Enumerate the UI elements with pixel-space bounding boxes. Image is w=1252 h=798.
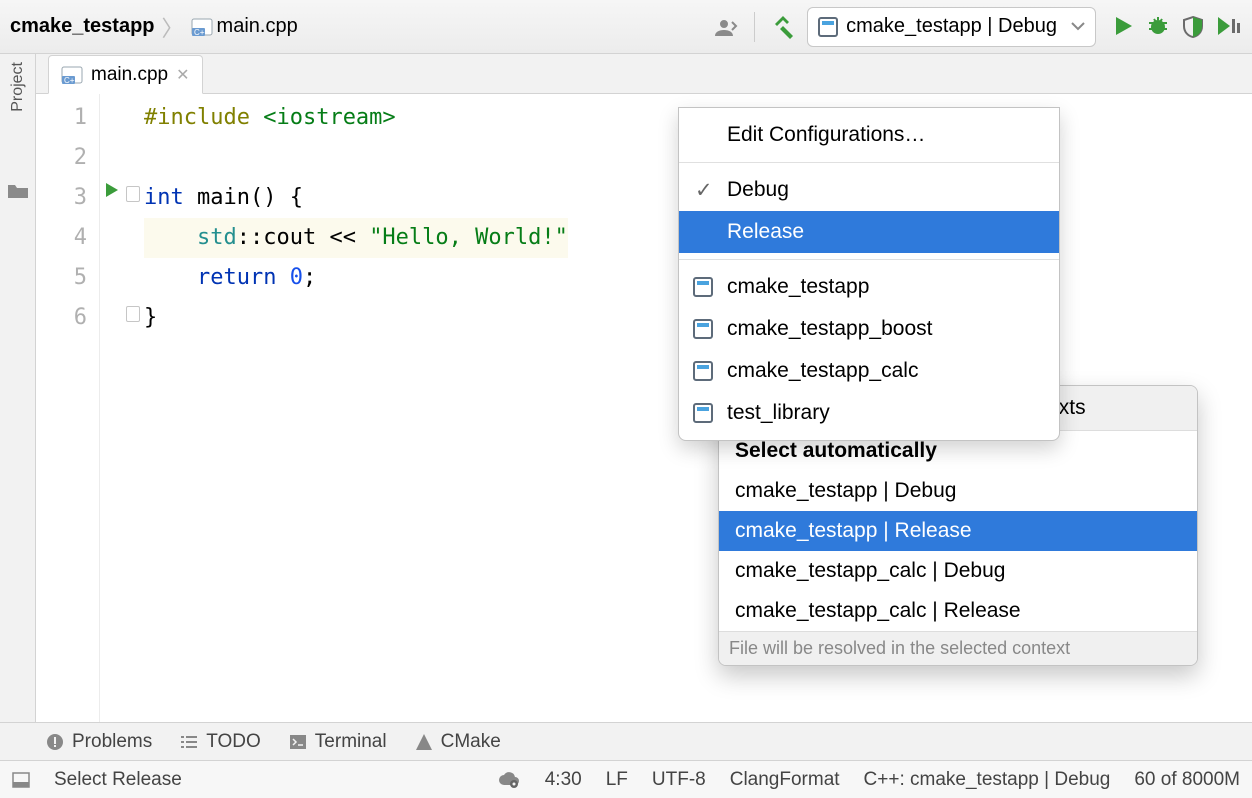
collaborators-icon[interactable] xyxy=(708,10,742,44)
code-line[interactable]: std::cout << "Hello, World!" xyxy=(144,218,568,258)
code-line[interactable]: } xyxy=(144,298,568,338)
svg-text:C++: C++ xyxy=(64,76,79,85)
run-config-dropdown: Edit Configurations… ✓DebugRelease cmake… xyxy=(678,107,1060,441)
profile-item-release[interactable]: Release xyxy=(679,211,1059,253)
resolve-context-item[interactable]: cmake_testapp_calc | Release xyxy=(719,591,1197,631)
left-tool-strip: Project xyxy=(0,54,36,722)
breadcrumb[interactable]: cmake_testapp 〉 C++ main.cpp xyxy=(10,11,298,43)
project-tool-button[interactable]: Project xyxy=(9,62,27,112)
line-number: 6 xyxy=(36,298,87,338)
run-config-label: cmake_testapp | Debug xyxy=(846,15,1057,38)
cmake-icon xyxy=(415,733,433,751)
cloud-settings-icon[interactable] xyxy=(497,771,521,789)
folder-icon xyxy=(7,182,29,200)
cpp-file-icon: C++ xyxy=(61,64,83,86)
resolve-popup-footer: File will be resolved in the selected co… xyxy=(719,631,1197,665)
run-line-marker-icon[interactable] xyxy=(104,182,120,198)
main-toolbar: cmake_testapp 〉 C++ main.cpp cmake_testa… xyxy=(0,0,1252,54)
code-content[interactable]: #include <iostream>int main() { std::cou… xyxy=(144,94,568,722)
status-context[interactable]: C++: cmake_testapp | Debug xyxy=(864,769,1111,791)
breadcrumb-project[interactable]: cmake_testapp xyxy=(10,15,155,38)
status-hint: Select Release xyxy=(54,769,182,791)
close-tab-icon[interactable]: ✕ xyxy=(176,65,189,85)
status-caret[interactable]: 4:30 xyxy=(545,769,582,791)
terminal-icon xyxy=(289,734,307,750)
line-number: 1 xyxy=(36,98,87,138)
status-encoding[interactable]: UTF-8 xyxy=(652,769,706,791)
target-item[interactable]: cmake_testapp_boost xyxy=(679,308,1059,350)
resolve-context-item[interactable]: cmake_testapp | Release xyxy=(719,511,1197,551)
target-item[interactable]: cmake_testapp xyxy=(679,266,1059,308)
bottom-toolwindow-bar: Problems TODO Terminal CMake xyxy=(0,722,1252,760)
editor-tab[interactable]: C++ main.cpp ✕ xyxy=(48,55,203,94)
resolve-context-item[interactable]: cmake_testapp_calc | Debug xyxy=(719,551,1197,591)
chevron-down-icon xyxy=(1071,22,1085,32)
target-item[interactable]: test_library xyxy=(679,392,1059,434)
line-number-gutter: 123456 xyxy=(36,94,100,722)
line-number: 2 xyxy=(36,138,87,178)
debug-bug-icon[interactable] xyxy=(1146,15,1170,39)
toolwindow-problems[interactable]: Problems xyxy=(46,731,152,753)
problems-icon xyxy=(46,733,64,751)
toolwindow-todo[interactable]: TODO xyxy=(180,731,261,753)
target-item[interactable]: cmake_testapp_calc xyxy=(679,350,1059,392)
run-config-selector[interactable]: cmake_testapp | Debug xyxy=(807,7,1096,47)
status-formatter[interactable]: ClangFormat xyxy=(730,769,840,791)
run-icon[interactable] xyxy=(1112,15,1134,39)
profiler-run-icon[interactable] xyxy=(1216,15,1242,39)
toolwindow-cmake[interactable]: CMake xyxy=(415,731,501,753)
application-icon xyxy=(818,17,838,37)
status-memory[interactable]: 60 of 8000M xyxy=(1134,769,1240,791)
svg-text:C++: C++ xyxy=(194,28,209,37)
application-icon xyxy=(693,361,713,381)
code-line[interactable]: #include <iostream> xyxy=(144,98,568,138)
editor-tabbar: C++ main.cpp ✕ xyxy=(36,54,1252,94)
check-icon: ✓ xyxy=(695,178,713,203)
code-line[interactable]: return 0; xyxy=(144,258,568,298)
cpp-file-icon: C++ xyxy=(191,16,213,38)
chevron-right-icon: 〉 xyxy=(159,11,187,43)
code-line[interactable] xyxy=(144,138,568,178)
coverage-shield-icon[interactable] xyxy=(1182,15,1204,39)
build-hammer-icon[interactable] xyxy=(767,10,801,44)
status-bar: Select Release 4:30 LF UTF-8 ClangFormat… xyxy=(0,760,1252,798)
toolwindow-terminal[interactable]: Terminal xyxy=(289,731,387,753)
todo-icon xyxy=(180,735,198,749)
line-number: 5 xyxy=(36,258,87,298)
gutter-markers xyxy=(100,94,144,722)
tab-filename: main.cpp xyxy=(91,64,168,86)
fold-end-icon[interactable] xyxy=(126,306,140,322)
fold-start-icon[interactable] xyxy=(126,186,140,202)
resolve-context-item[interactable]: cmake_testapp | Debug xyxy=(719,471,1197,511)
application-icon xyxy=(693,277,713,297)
profile-item-debug[interactable]: ✓Debug xyxy=(679,169,1059,211)
code-line[interactable]: int main() { xyxy=(144,178,568,218)
edit-configurations-item[interactable]: Edit Configurations… xyxy=(679,114,1059,156)
status-linesep[interactable]: LF xyxy=(606,769,628,791)
breadcrumb-file[interactable]: main.cpp xyxy=(217,15,298,38)
application-icon xyxy=(693,319,713,339)
tool-window-toggle-icon[interactable] xyxy=(12,772,30,788)
application-icon xyxy=(693,403,713,423)
line-number: 3 xyxy=(36,178,87,218)
line-number: 4 xyxy=(36,218,87,258)
